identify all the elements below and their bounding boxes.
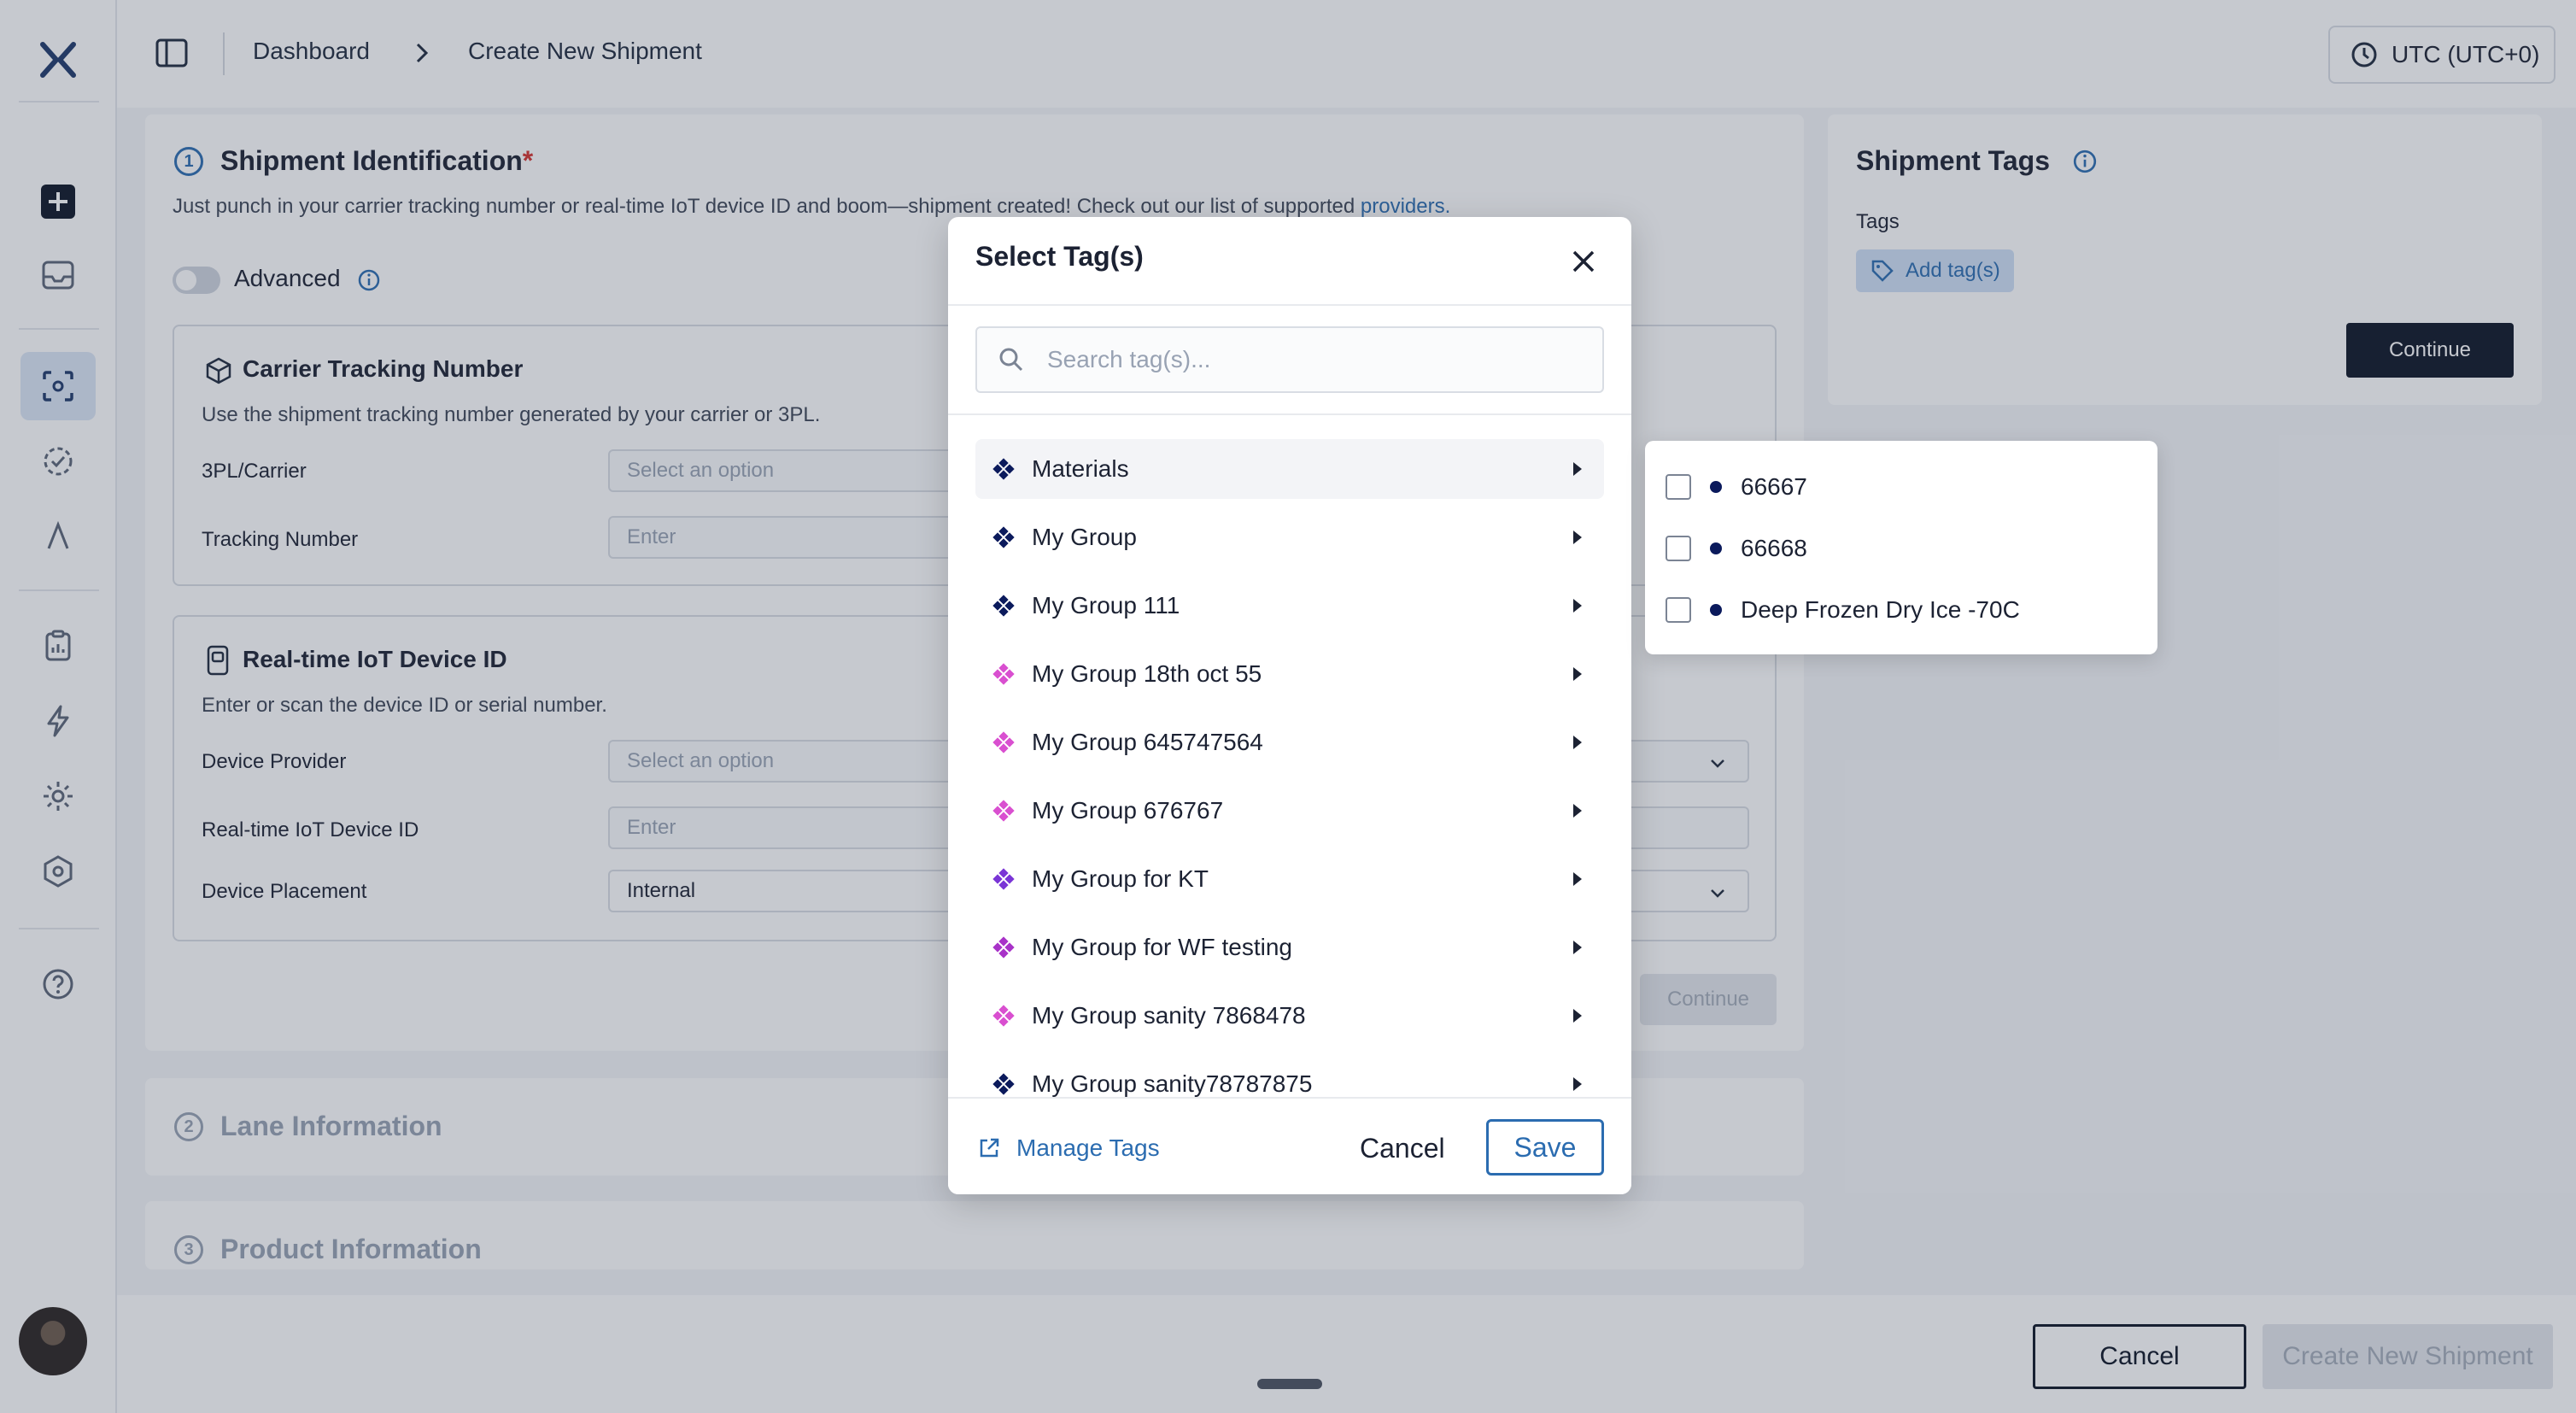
tag-checkbox[interactable] — [1666, 474, 1691, 500]
tag-group-label: Materials — [1032, 455, 1129, 482]
external-link-icon — [980, 1138, 999, 1158]
tag-group-label: My Group sanity78787875 — [1032, 1070, 1313, 1097]
tag-group-icon — [992, 731, 1015, 753]
tag-group-item[interactable]: My Group for WF testing — [975, 918, 1604, 977]
tag-color-dot — [1710, 542, 1722, 554]
tag-group-label: My Group 645747564 — [1032, 729, 1263, 755]
tag-group-icon — [992, 936, 1015, 959]
tag-checkbox[interactable] — [1666, 536, 1691, 561]
app-root: Dashboard Create New Shipment UTC (UTC+0… — [0, 0, 2576, 1413]
tag-option-label: 66668 — [1741, 535, 1807, 561]
tag-group-icon — [992, 868, 1015, 890]
manage-tags-link[interactable]: Manage Tags — [977, 1135, 1160, 1162]
tag-option[interactable]: Deep Frozen Dry Ice -70C — [1666, 588, 2020, 632]
tag-group-label: My Group — [1032, 524, 1137, 550]
tag-group-item[interactable]: My Group 111 — [975, 576, 1604, 636]
caret-right-icon — [1573, 872, 1582, 886]
caret-right-icon — [1573, 531, 1582, 544]
tag-group-label: My Group 676767 — [1032, 797, 1224, 824]
tag-checkbox[interactable] — [1666, 597, 1691, 623]
tag-group-label: My Group 18th oct 55 — [1032, 660, 1262, 687]
caret-right-icon — [1573, 462, 1582, 476]
modal-divider — [948, 413, 1631, 415]
tag-group-label: My Group for WF testing — [1032, 934, 1292, 960]
tag-options-submenu: 66667 66668 Deep Frozen Dry Ice -70C — [1645, 441, 2157, 654]
tag-option-label: 66667 — [1741, 473, 1807, 500]
caret-right-icon — [1573, 667, 1582, 681]
tag-group-item[interactable]: My Group sanity 7868478 — [975, 986, 1604, 1046]
close-icon[interactable] — [1570, 248, 1597, 275]
tag-group-icon — [992, 595, 1015, 617]
tag-group-icon — [992, 526, 1015, 548]
tag-group-icon — [992, 663, 1015, 685]
tag-group-item[interactable]: My Group 676767 — [975, 781, 1604, 841]
tag-search-input[interactable]: Search tag(s)... — [975, 326, 1604, 393]
select-tags-modal: Select Tag(s) Search tag(s)... Materials… — [948, 217, 1631, 1194]
modal-divider — [948, 304, 1631, 306]
tag-option[interactable]: 66668 — [1666, 526, 1807, 571]
tag-group-item[interactable]: My Group for KT — [975, 849, 1604, 909]
modal-save-button[interactable]: Save — [1486, 1119, 1604, 1176]
caret-right-icon — [1573, 1077, 1582, 1091]
tag-group-label: My Group for KT — [1032, 865, 1209, 892]
caret-right-icon — [1573, 804, 1582, 818]
tag-color-dot — [1710, 481, 1722, 493]
caret-right-icon — [1573, 1009, 1582, 1023]
modal-cancel-button[interactable]: Cancel — [1360, 1133, 1445, 1164]
caret-right-icon — [1573, 736, 1582, 749]
search-placeholder: Search tag(s)... — [1047, 346, 1211, 372]
search-icon — [999, 348, 1023, 372]
modal-footer: Manage Tags Cancel Save — [948, 1097, 1631, 1194]
tag-option[interactable]: 66667 — [1666, 465, 1807, 509]
tag-group-list: Materials My Group My Group 111 My Group 18… — [975, 439, 1604, 1194]
tag-group-item[interactable]: My Group 645747564 — [975, 712, 1604, 772]
tag-color-dot — [1710, 604, 1722, 616]
tag-group-label: My Group sanity 7868478 — [1032, 1002, 1306, 1029]
manage-tags-label: Manage Tags — [1016, 1135, 1160, 1161]
tag-group-icon — [992, 800, 1015, 822]
tag-option-label: Deep Frozen Dry Ice -70C — [1741, 596, 2020, 623]
tag-group-item[interactable]: My Group — [975, 507, 1604, 567]
tag-group-icon — [992, 1005, 1015, 1027]
tag-group-icon — [992, 1073, 1015, 1095]
caret-right-icon — [1573, 941, 1582, 954]
tag-group-label: My Group 111 — [1032, 592, 1180, 619]
tag-group-icon — [992, 458, 1015, 480]
tag-group-item[interactable]: Materials — [975, 439, 1604, 499]
caret-right-icon — [1573, 599, 1582, 613]
modal-title: Select Tag(s) — [975, 241, 1144, 272]
tag-group-item[interactable]: My Group 18th oct 55 — [975, 644, 1604, 704]
